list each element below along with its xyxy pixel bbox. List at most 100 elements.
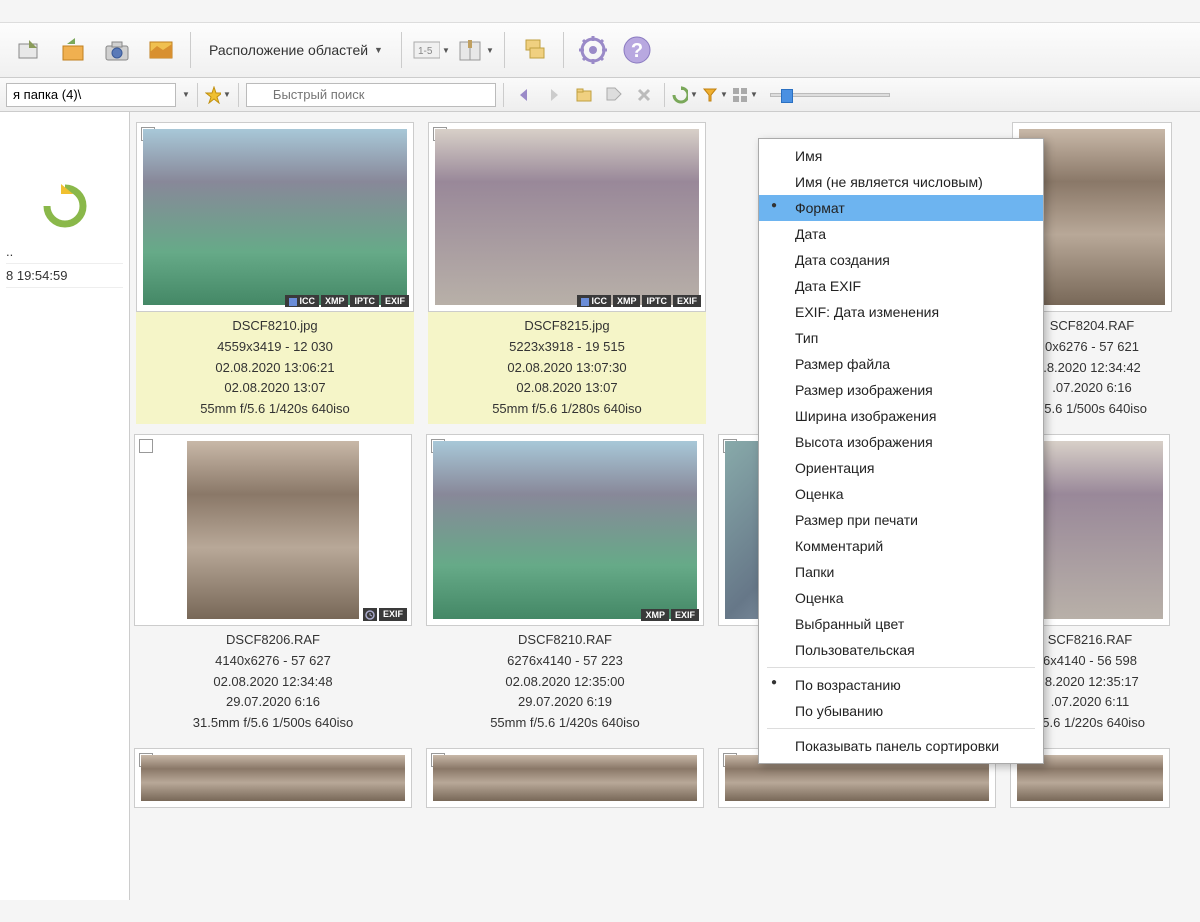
help-icon[interactable]: ? [618, 31, 656, 69]
xmp-badge: XMP [613, 295, 641, 307]
toolbar-separator [401, 32, 402, 68]
menu-item[interactable]: Ширина изображения [759, 403, 1043, 429]
filter-icon[interactable]: ▼ [702, 82, 728, 108]
book-icon[interactable]: ▼ [456, 31, 494, 69]
view-mode-icon[interactable]: ▼ [732, 82, 758, 108]
thumb-card[interactable] [426, 748, 704, 808]
thumb-card[interactable] [134, 748, 412, 808]
zoom-slider[interactable] [770, 93, 890, 97]
thumb-card[interactable]: ICC XMP IPTC EXIF DSCF8210.jpg 4559x3419… [136, 122, 414, 424]
sidebar: .. 8 19:54:59 [0, 112, 130, 900]
thumbnail-image [433, 441, 697, 619]
select-checkbox[interactable] [139, 439, 153, 453]
picture-icon[interactable] [142, 31, 180, 69]
iptc-badge: IPTC [350, 295, 379, 307]
menu-item[interactable]: Имя [759, 143, 1043, 169]
exif-summary: 55mm f/5.6 1/280s 640iso [428, 399, 706, 420]
chevron-down-icon: ▼ [374, 45, 383, 55]
thumb-card[interactable]: ICC XMP IPTC EXIF DSCF8215.jpg 5223x3918… [428, 122, 706, 424]
icc-badge: ICC [577, 295, 611, 307]
camera-icon[interactable] [98, 31, 136, 69]
up-folder-icon[interactable] [41, 182, 89, 230]
copy-folders-icon[interactable] [515, 31, 553, 69]
close-icon[interactable] [631, 82, 657, 108]
import-icon[interactable] [54, 31, 92, 69]
folder-open-icon[interactable] [571, 82, 597, 108]
thumb-meta: DSCF8206.RAF 4140x6276 - 57 627 02.08.20… [134, 626, 412, 738]
menu-item[interactable]: Пользовательская [759, 637, 1043, 663]
filename: DSCF8206.RAF [134, 630, 412, 651]
menu-item[interactable]: Папки [759, 559, 1043, 585]
exif-summary: 55mm f/5.6 1/420s 640iso [426, 713, 704, 734]
filename: DSCF8215.jpg [428, 316, 706, 337]
menu-item[interactable]: Оценка [759, 481, 1043, 507]
menu-item[interactable]: Выбранный цвет [759, 611, 1043, 637]
xmp-badge: XMP [641, 609, 669, 621]
toolbar-separator [563, 32, 564, 68]
settings-icon[interactable] [574, 31, 612, 69]
search-input[interactable] [246, 83, 496, 107]
sidebar-dots: .. [6, 240, 123, 264]
date-taken: 02.08.2020 12:35:00 [426, 672, 704, 693]
menu-item[interactable]: Высота изображения [759, 429, 1043, 455]
slider-thumb[interactable] [781, 89, 793, 103]
thumb-card[interactable]: EXIF DSCF8206.RAF 4140x6276 - 57 627 02.… [134, 434, 412, 738]
dimensions: 4559x3419 - 12 030 [136, 337, 414, 358]
xmp-badge: XMP [321, 295, 349, 307]
menu-item[interactable]: Размер изображения [759, 377, 1043, 403]
clock-badge [363, 608, 377, 621]
menu-item[interactable]: Размер при печати [759, 507, 1043, 533]
date-taken: 02.08.2020 12:34:48 [134, 672, 412, 693]
menu-item[interactable]: EXIF: Дата изменения [759, 299, 1043, 325]
menu-item[interactable]: Дата [759, 221, 1043, 247]
export-icon[interactable] [10, 31, 48, 69]
toolbar-separator [504, 32, 505, 68]
menu-item[interactable]: Ориентация [759, 455, 1043, 481]
sort-menu: ИмяИмя (не является числовым)ФорматДатаД… [758, 138, 1044, 764]
exif-badge: EXIF [379, 608, 407, 621]
main-toolbar: Расположение областей ▼ 1-5 ▼ ▼ ? [0, 22, 1200, 78]
thumb-meta: DSCF8210.jpg 4559x3419 - 12 030 02.08.20… [136, 312, 414, 424]
menu-item[interactable]: Имя (не является числовым) [759, 169, 1043, 195]
layout-dropdown[interactable]: Расположение областей ▼ [201, 38, 391, 62]
date-modified: 02.08.2020 13:07 [136, 378, 414, 399]
refresh-sort-icon[interactable]: ▼ [672, 82, 698, 108]
date-taken: 02.08.2020 13:06:21 [136, 358, 414, 379]
nav-toolbar: ▼ ▼ ▼ ▼ ▼ [0, 78, 1200, 112]
thumbnail-image [141, 755, 405, 801]
dimensions: 4140x6276 - 57 627 [134, 651, 412, 672]
menu-item[interactable]: По убыванию [759, 698, 1043, 724]
thumb-meta: DSCF8215.jpg 5223x3918 - 19 515 02.08.20… [428, 312, 706, 424]
exif-badge: EXIF [381, 295, 409, 307]
menu-item[interactable]: Размер файла [759, 351, 1043, 377]
menu-item[interactable]: Формат [759, 195, 1043, 221]
sidebar-time: 8 19:54:59 [6, 264, 123, 288]
menu-item[interactable]: Комментарий [759, 533, 1043, 559]
thumb-card[interactable]: XMPEXIF DSCF8210.RAF 6276x4140 - 57 223 … [426, 434, 704, 738]
thumbnails-icon[interactable]: 1-5 ▼ [412, 31, 450, 69]
dimensions: 5223x3918 - 19 515 [428, 337, 706, 358]
menu-item[interactable]: Тип [759, 325, 1043, 351]
search-field[interactable] [246, 83, 496, 107]
tag-icon[interactable] [601, 82, 627, 108]
filename: DSCF8210.RAF [426, 630, 704, 651]
metadata-badges: ICC XMP IPTC EXIF [577, 295, 701, 307]
menu-separator [767, 728, 1035, 729]
metadata-badges: ICC XMP IPTC EXIF [285, 295, 409, 307]
forward-icon[interactable] [541, 82, 567, 108]
toolbar-separator [190, 32, 191, 68]
filename: DSCF8210.jpg [136, 316, 414, 337]
layout-label: Расположение областей [209, 42, 368, 58]
favorite-star-icon[interactable]: ▼ [205, 82, 231, 108]
thumbnail-image [435, 129, 699, 305]
thumbnail-image [187, 441, 359, 619]
chevron-down-icon[interactable]: ▼ [182, 90, 190, 99]
path-input[interactable] [6, 83, 176, 107]
menu-item-show-sort-panel[interactable]: Показывать панель сортировки [759, 733, 1043, 759]
menu-item[interactable]: Дата создания [759, 247, 1043, 273]
back-icon[interactable] [511, 82, 537, 108]
menu-item[interactable]: Оценка [759, 585, 1043, 611]
svg-text:1-5: 1-5 [418, 46, 433, 57]
menu-item[interactable]: По возрастанию [759, 672, 1043, 698]
menu-item[interactable]: Дата EXIF [759, 273, 1043, 299]
